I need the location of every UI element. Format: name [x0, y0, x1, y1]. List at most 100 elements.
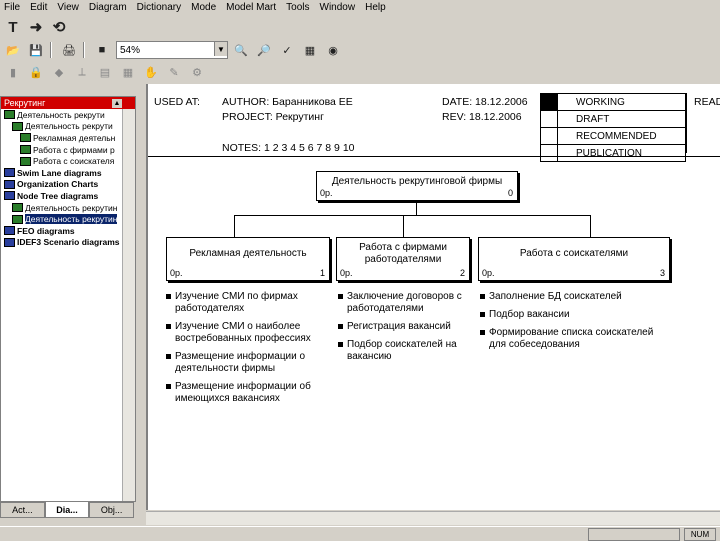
print-icon[interactable]: 🖨 — [59, 40, 79, 60]
color-icon[interactable]: ■ — [92, 40, 112, 60]
connector-line — [416, 201, 417, 215]
toolbar-drawing: ▮ 🔒 ◆ ⟂ ▤ ▦ ✋ ✎ ⚙ — [0, 62, 720, 82]
diagram-icon — [4, 110, 15, 120]
tree-item[interactable]: Рекламная деятельн — [1, 132, 135, 144]
diagram-icon — [12, 203, 23, 213]
bullet-icon — [480, 294, 485, 299]
bullet-icon — [480, 312, 485, 317]
close-icon[interactable]: ▲ — [112, 98, 122, 108]
bullet-text: Изучение СМИ по фирмах работодателях — [175, 291, 298, 314]
root-activity-box[interactable]: Деятельность рекрутинговой фирмы 0р. 0 — [316, 171, 518, 201]
separator — [50, 42, 52, 58]
connector-line — [234, 215, 590, 216]
zoom-select[interactable]: 54% ▼ — [116, 41, 228, 59]
diagram-canvas[interactable]: USED AT: AUTHOR: Баранникова ЕЕ PROJECT:… — [146, 84, 720, 510]
child-activity-box[interactable]: Работа с фирмами работодателями 0р. 2 — [336, 237, 470, 281]
child-activity-number: 2 — [459, 268, 465, 278]
diagram-icon — [12, 214, 23, 224]
tab-activities[interactable]: Act... — [0, 502, 45, 518]
root-activity-title: Деятельность рекрутинговой фирмы — [331, 176, 503, 187]
tree-item-label: Деятельность рекрутин — [25, 214, 118, 225]
bullet-icon — [338, 294, 343, 299]
menu-item[interactable]: View — [57, 2, 79, 13]
undo-icon[interactable]: ⟲ — [49, 17, 69, 37]
table-icon[interactable]: ▦ — [118, 62, 138, 82]
bullet-icon — [338, 324, 343, 329]
diagram-icon — [4, 168, 15, 178]
shape-icon[interactable]: ◆ — [49, 62, 69, 82]
model-explorer: Рекрутинг ▲ Деятельность рекрути Деятельн… — [0, 96, 136, 502]
diagram-icon — [4, 179, 15, 189]
zoom-out-icon[interactable]: 🔎 — [254, 40, 274, 60]
tree-item[interactable]: Работа с фирмами р — [1, 144, 135, 156]
pointer-icon[interactable]: ▮ — [3, 62, 23, 82]
explorer-tree: Деятельность рекрути Деятельность рекрути… — [1, 109, 135, 248]
child-activity-title: Рекламная деятельность — [189, 248, 307, 259]
menu-bar: File Edit View Diagram Dictionary Mode Model M… — [0, 0, 720, 15]
paint-icon[interactable]: ✎ — [164, 62, 184, 82]
tree-item[interactable]: Деятельность рекрутин — [1, 213, 135, 225]
status-checkbox — [540, 93, 558, 111]
bullet-text: Заполнение БД соискателей — [489, 291, 622, 302]
bullet-icon — [166, 324, 171, 329]
tree-item[interactable]: Работа с соискателя — [1, 155, 135, 167]
menu-item[interactable]: Model Mart — [226, 2, 276, 13]
diagram-icon — [20, 156, 31, 166]
save-icon[interactable]: 💾 — [26, 40, 46, 60]
bullet-icon — [166, 354, 171, 359]
menu-item[interactable]: Diagram — [89, 2, 127, 13]
menu-item[interactable]: Mode — [191, 2, 216, 13]
menu-item[interactable]: Help — [365, 2, 386, 13]
menu-item[interactable]: File — [4, 2, 20, 13]
status-recommended: RECOMMENDED — [557, 127, 686, 145]
tree-item-label: Деятельность рекрути — [25, 121, 113, 132]
status-checkbox — [540, 127, 558, 145]
tree-item[interactable]: Деятельность рекрути — [1, 121, 135, 133]
menu-item[interactable]: Tools — [286, 2, 309, 13]
explorer-scrollbar[interactable] — [122, 109, 135, 501]
model-mart-icon[interactable]: ◉ — [323, 40, 343, 60]
tree-item[interactable]: Swim Lane diagrams — [1, 167, 135, 179]
status-publication: PUBLICATION — [557, 144, 686, 162]
link-icon[interactable]: ⟂ — [72, 62, 92, 82]
tree-item[interactable]: IDEF3 Scenario diagrams — [1, 237, 135, 249]
spell-check-icon[interactable]: ✓ — [277, 40, 297, 60]
date-label: DATE: 18.12.2006 — [442, 96, 528, 108]
horizontal-scrollbar[interactable] — [146, 511, 720, 525]
tree-item[interactable]: Organization Charts — [1, 179, 135, 191]
lock-icon[interactable]: 🔒 — [26, 62, 46, 82]
num-lock-indicator: NUM — [684, 528, 716, 541]
zoom-in-icon[interactable]: 🔍 — [231, 40, 251, 60]
tree-item-label: Деятельность рекрутин — [25, 202, 118, 213]
menu-item[interactable]: Edit — [30, 2, 47, 13]
settings-icon[interactable]: ⚙ — [187, 62, 207, 82]
bullet-list: Изучение СМИ по фирмах работодателях Изуч… — [166, 291, 326, 411]
tree-item[interactable]: FEO diagrams — [1, 225, 135, 237]
toolbar-main: T ➜ ⟲ — [0, 16, 720, 38]
chevron-down-icon[interactable]: ▼ — [214, 42, 227, 56]
tab-objects[interactable]: Obj... — [89, 502, 135, 518]
child-activity-box[interactable]: Рекламная деятельность 0р. 1 — [166, 237, 330, 281]
hand-icon[interactable]: ✋ — [141, 62, 161, 82]
text-tool-icon[interactable]: T — [3, 17, 23, 37]
tree-item[interactable]: Деятельность рекрутин — [1, 202, 135, 214]
model-explorer-icon[interactable]: ▦ — [300, 40, 320, 60]
tree-item[interactable]: Node Tree diagrams — [1, 190, 135, 202]
bullet-item: Изучение СМИ по фирмах работодателях — [166, 291, 326, 315]
grid-icon[interactable]: ▤ — [95, 62, 115, 82]
toolbar-standard: 📂 💾 🖨 ■ 54% ▼ 🔍 🔎 ✓ ▦ ◉ — [0, 40, 720, 60]
open-icon[interactable]: 📂 — [3, 40, 23, 60]
child-activity-box[interactable]: Работа с соискателями 0р. 3 — [478, 237, 670, 281]
tree-item[interactable]: Деятельность рекрути — [1, 109, 135, 121]
bullet-item: Формирование списка соискателей для собе… — [480, 327, 670, 351]
explorer-root[interactable]: Рекрутинг ▲ — [1, 97, 135, 109]
root-activity-number: 0 — [507, 188, 513, 198]
arrow-tool-icon[interactable]: ➜ — [26, 17, 46, 37]
menu-item[interactable]: Dictionary — [137, 2, 181, 13]
menu-item[interactable]: Window — [320, 2, 356, 13]
child-activity-code: 0р. — [340, 268, 353, 278]
reader-label: READ — [694, 96, 720, 108]
bullet-icon — [480, 330, 485, 335]
bullet-text: Подбор вакансии — [489, 309, 570, 320]
tab-diagrams[interactable]: Dia... — [44, 502, 90, 518]
